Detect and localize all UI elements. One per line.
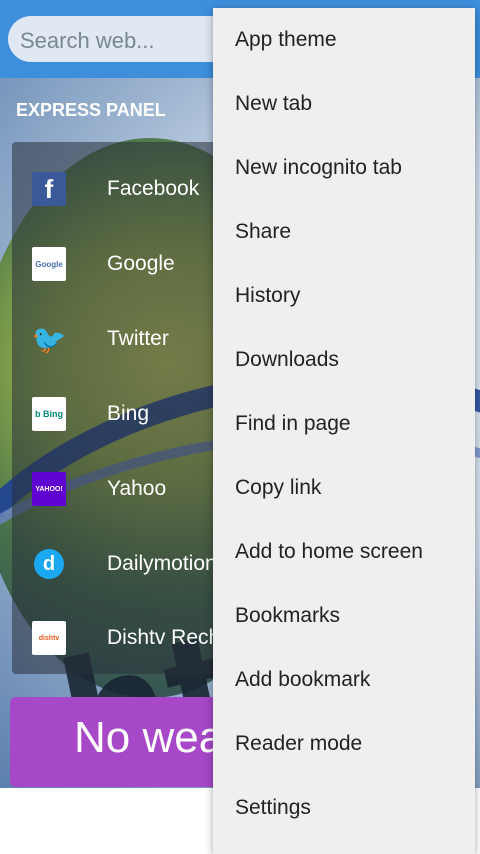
weather-text: No wea [74, 713, 224, 762]
menu-item-new-tab[interactable]: New tab [213, 72, 475, 136]
menu-item-add-bookmark[interactable]: Add bookmark [213, 648, 475, 712]
list-item-dishtv[interactable]: dishtv Dishtv Rech [12, 608, 242, 668]
menu-item-add-to-home-screen[interactable]: Add to home screen [213, 520, 475, 584]
menu-item-copy-link[interactable]: Copy link [213, 456, 475, 520]
express-panel: f Facebook Google Google 🐦 Twitter b Bin… [12, 142, 242, 674]
menu-item-new-incognito-tab[interactable]: New incognito tab [213, 136, 475, 200]
list-item-label: Facebook [107, 177, 200, 200]
overflow-menu: App theme New tab New incognito tab Shar… [213, 8, 475, 854]
list-item-label: Bing [107, 402, 150, 425]
list-item-yahoo[interactable]: YAHOO! Yahoo [12, 459, 242, 519]
menu-item-label: New tab [235, 92, 313, 115]
menu-item-app-theme[interactable]: App theme [213, 8, 475, 72]
search-placeholder: Search web... [20, 28, 155, 53]
list-item-dailymotion[interactable]: d Dailymotion [12, 534, 242, 594]
menu-item-label: Downloads [235, 348, 339, 371]
dailymotion-icon-mark: d [34, 549, 64, 579]
menu-item-find-in-page[interactable]: Find in page [213, 392, 475, 456]
menu-item-label: App theme [235, 28, 337, 51]
list-item-twitter[interactable]: 🐦 Twitter [12, 309, 242, 369]
dailymotion-icon: d [32, 547, 66, 581]
menu-item-label: Settings [235, 796, 311, 819]
menu-item-reader-mode[interactable]: Reader mode [213, 712, 475, 776]
menu-item-share[interactable]: Share [213, 200, 475, 264]
menu-item-label: History [235, 284, 301, 307]
express-panel-title: EXPRESS PANEL [16, 100, 166, 120]
menu-item-label: Add to home screen [235, 540, 423, 563]
menu-item-label: Add bookmark [235, 668, 371, 691]
menu-item-history[interactable]: History [213, 264, 475, 328]
menu-item-label: Find in page [235, 412, 351, 435]
list-item-label: Dishtv Rech [107, 626, 221, 649]
yahoo-icon: YAHOO! [32, 472, 66, 506]
dishtv-icon: dishtv [32, 621, 66, 655]
menu-item-label: New incognito tab [235, 156, 402, 179]
list-item-label: Twitter [107, 327, 169, 350]
list-item-facebook[interactable]: f Facebook [12, 159, 242, 219]
menu-item-label: Reader mode [235, 732, 363, 755]
menu-item-label: Share [235, 220, 292, 243]
list-item-bing[interactable]: b Bing Bing [12, 384, 242, 444]
list-item-google[interactable]: Google Google [12, 234, 242, 294]
menu-item-downloads[interactable]: Downloads [213, 328, 475, 392]
twitter-icon: 🐦 [31, 323, 67, 355]
list-item-label: Dailymotion [107, 552, 217, 575]
bing-icon: b Bing [32, 397, 66, 431]
menu-item-label: Bookmarks [235, 604, 341, 627]
google-icon: Google [32, 247, 66, 281]
menu-item-label: Copy link [235, 476, 322, 499]
facebook-icon: f [32, 172, 66, 206]
list-item-label: Google [107, 252, 175, 275]
list-item-label: Yahoo [107, 477, 167, 500]
weather-card[interactable]: No wea [10, 697, 240, 787]
menu-item-settings[interactable]: Settings [213, 776, 475, 840]
menu-item-bookmarks[interactable]: Bookmarks [213, 584, 475, 648]
